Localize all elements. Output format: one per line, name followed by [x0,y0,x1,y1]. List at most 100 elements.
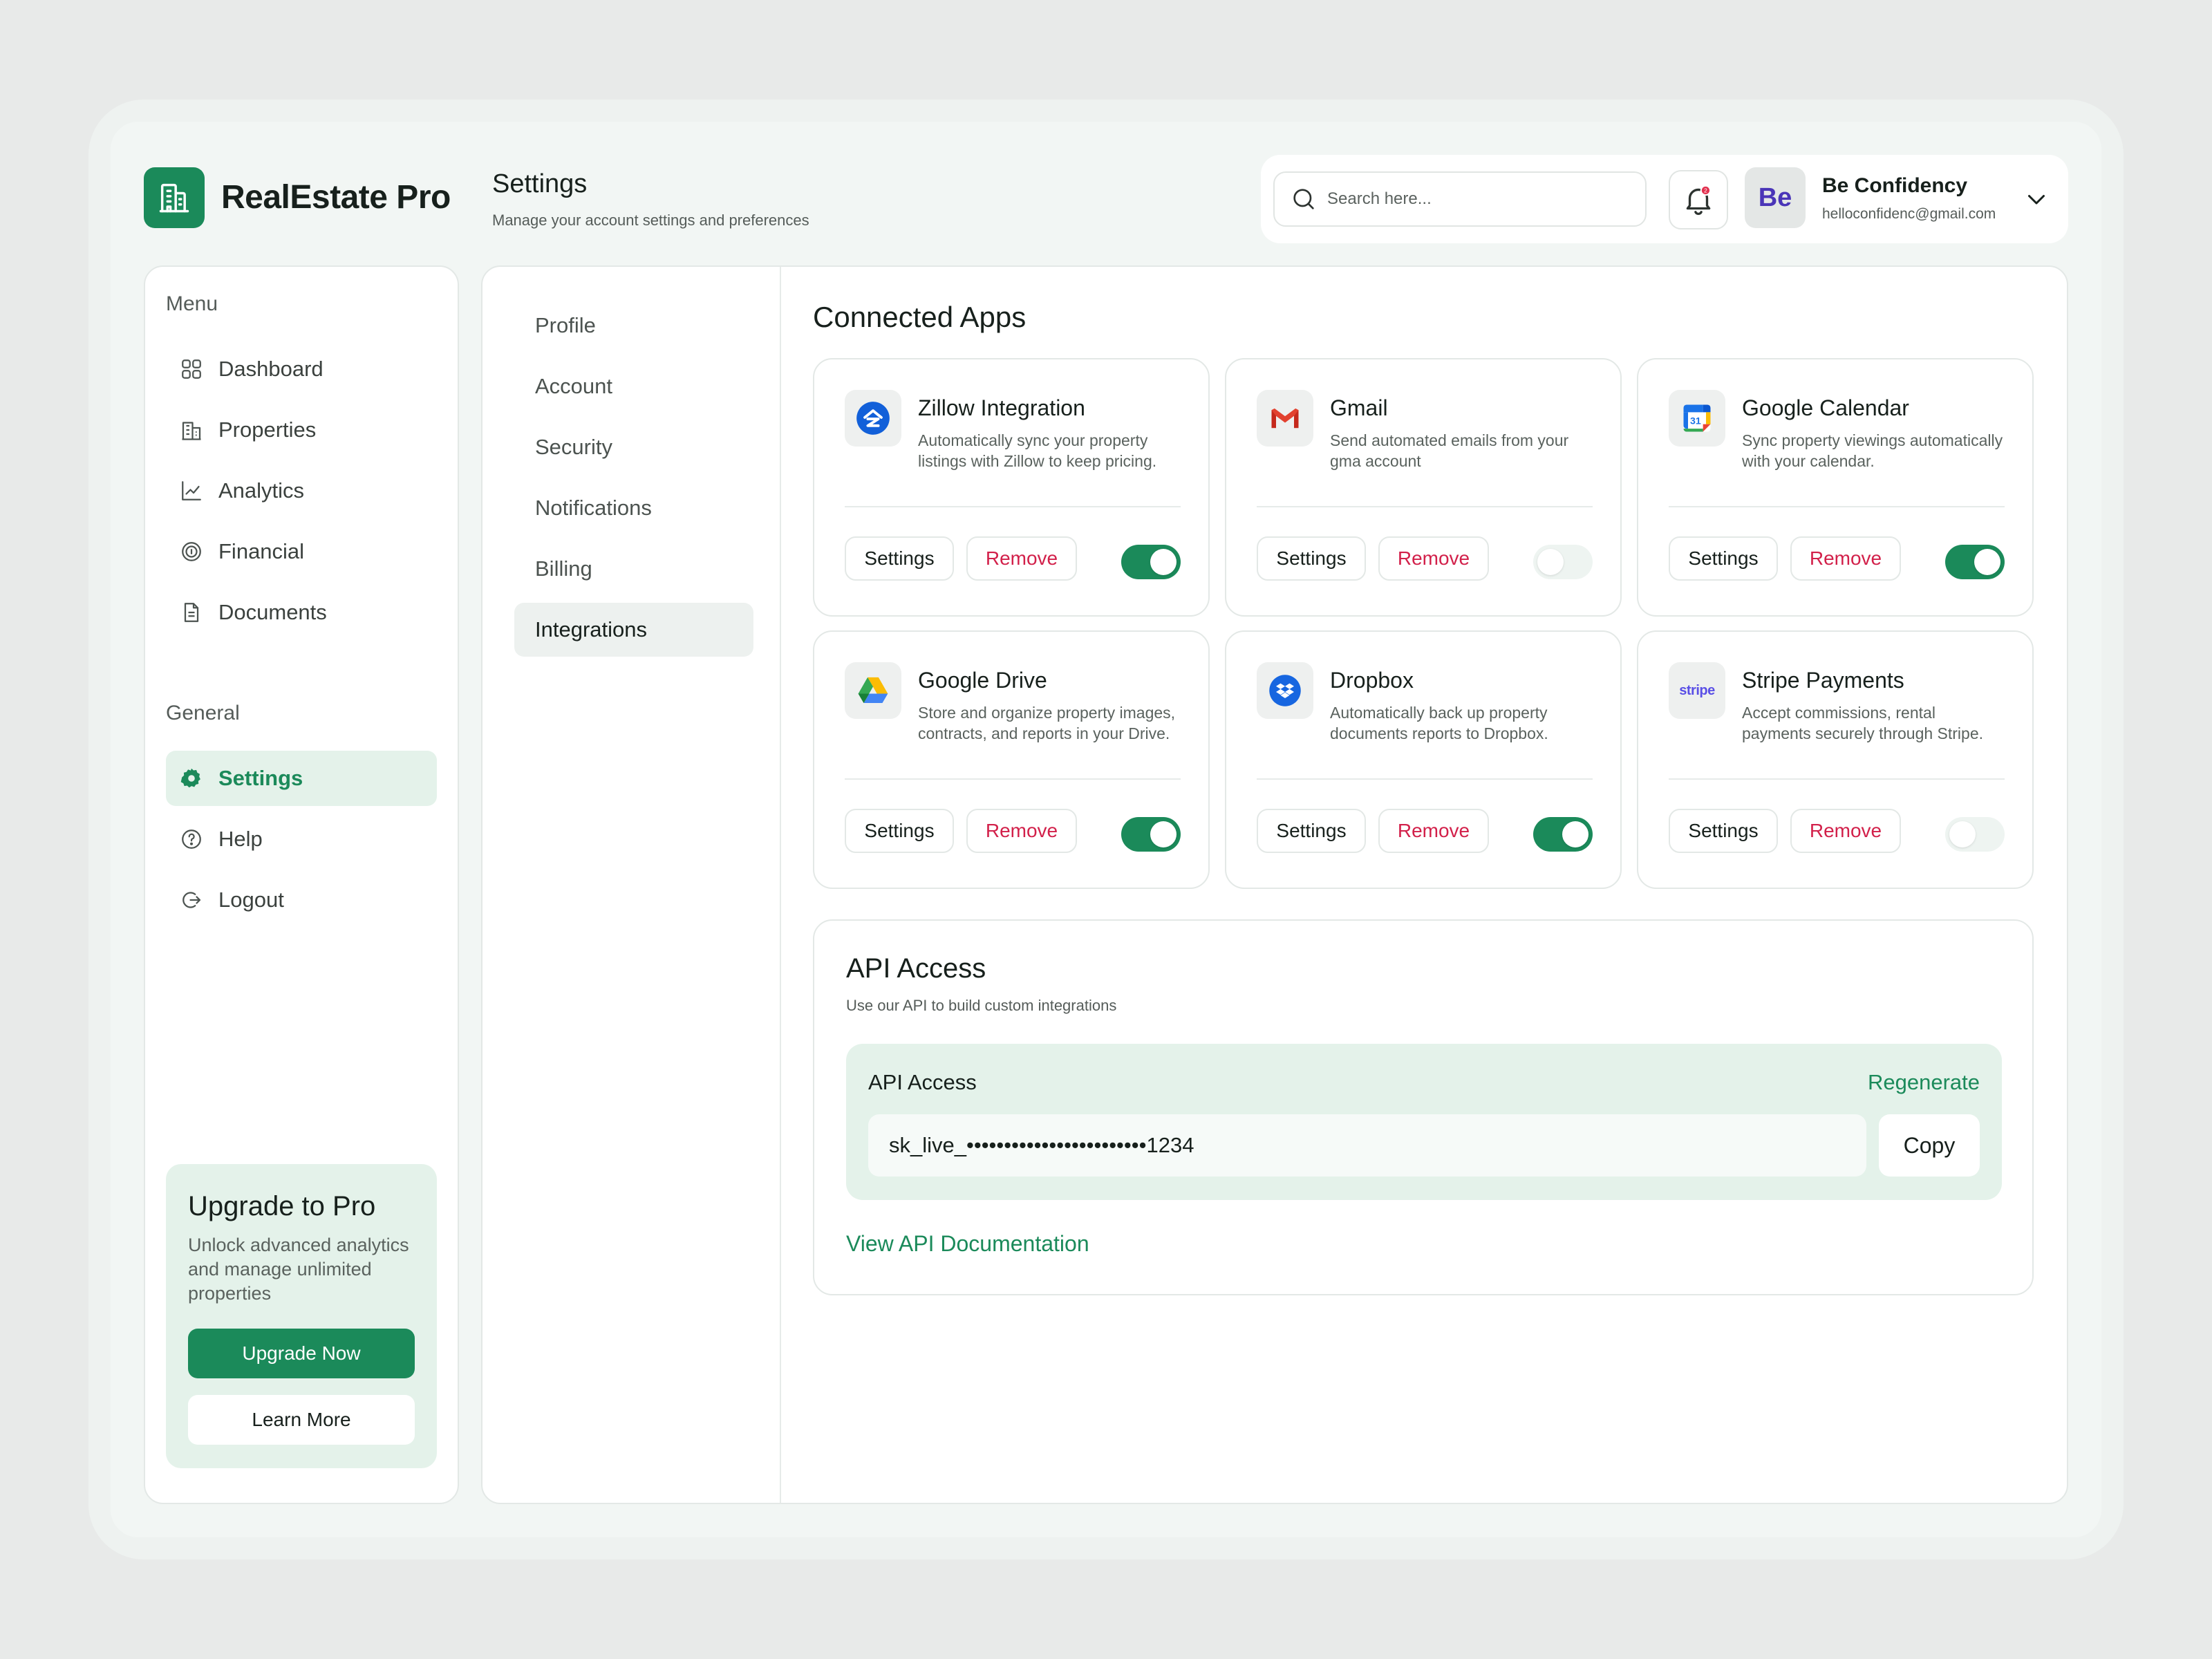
app-description: Sync property viewings automatically wit… [1742,431,2003,470]
app-card-stripe: stripe Stripe Payments Accept commission… [1637,630,2034,889]
app-remove-button[interactable]: Remove [1378,536,1489,581]
sidebar-item-logout[interactable]: Logout [166,872,437,928]
app-toggle[interactable] [1121,545,1181,579]
app-remove-button[interactable]: Remove [966,809,1077,853]
page-subtitle: Manage your account settings and prefere… [492,212,809,229]
app-toggle[interactable] [1945,545,2005,579]
toggle-knob [1562,821,1588,847]
tab-profile[interactable]: Profile [514,299,753,353]
dropbox-icon [1269,675,1301,706]
sidebar-item-analytics[interactable]: Analytics [166,463,437,518]
api-key-value: sk_live_••••••••••••••••••••••••1234 [889,1133,1194,1157]
search-icon [1293,189,1314,209]
app-icon-box [845,662,901,719]
general-heading: General [166,702,240,724]
sidebar: Menu Dashboard Properties Analytics Fina… [144,265,459,1504]
api-key-box: API Access Regenerate sk_live_••••••••••… [846,1044,2002,1200]
coin-icon [178,538,205,565]
app-settings-button[interactable]: Settings [1257,536,1366,581]
app-description: Store and organize property images, cont… [918,704,1176,742]
app-card-zillow: Zillow Integration Automatically sync yo… [813,358,1210,617]
sidebar-item-label: Documents [218,600,327,624]
app-icon-box [1257,390,1313,447]
google-calendar-icon: 31 [1683,404,1711,432]
notifications-button[interactable]: 2 [1669,170,1728,229]
app-remove-button[interactable]: Remove [1378,809,1489,853]
sidebar-item-settings[interactable]: Settings [166,751,437,806]
grid-icon [178,356,205,382]
logout-icon [178,887,205,913]
app-icon-box [845,390,901,447]
building-icon [159,183,189,213]
notification-count: 2 [1704,187,1707,194]
api-key-label: API Access [868,1070,977,1094]
view-api-docs-link[interactable]: View API Documentation [846,1229,1089,1258]
app-name: Zillow Integration [918,395,1085,420]
tab-security[interactable]: Security [514,420,753,474]
app-settings-button[interactable]: Settings [1669,536,1778,581]
app-settings-button[interactable]: Settings [1669,809,1778,853]
sidebar-item-label: Financial [218,539,305,563]
app-icon-box: 31 [1669,390,1725,447]
toggle-knob [1537,549,1564,575]
upgrade-title: Upgrade to Pro [188,1191,376,1221]
building-icon [178,417,205,443]
document-icon [178,599,205,626]
menu-heading: Menu [166,292,218,315]
upgrade-now-button[interactable]: Upgrade Now [188,1329,415,1378]
app-name: Dropbox [1330,668,1414,693]
tab-billing[interactable]: Billing [514,542,753,596]
chart-line-icon [178,478,205,504]
app-settings-button[interactable]: Settings [1257,809,1366,853]
sidebar-item-properties[interactable]: Properties [166,402,437,458]
api-key-field[interactable]: sk_live_••••••••••••••••••••••••1234 [868,1114,1866,1177]
app-remove-button[interactable]: Remove [1790,536,1901,581]
app-remove-button[interactable]: Remove [1790,809,1901,853]
stripe-icon: stripe [1679,682,1715,698]
app-icon-box: stripe [1669,662,1725,719]
sidebar-item-financial[interactable]: Financial [166,524,437,579]
subnav-divider [780,267,781,1503]
search-box[interactable] [1273,171,1647,227]
calendar-day: 31 [1690,415,1701,427]
chevron-down-icon[interactable] [2024,187,2049,212]
toggle-knob [1150,821,1177,847]
app-description: Send automated emails from your gma acco… [1330,431,1569,470]
google-drive-icon [858,677,888,703]
app-window: RealEstate Pro Settings Manage your acco… [111,122,2101,1537]
bell-icon: 2 [1686,185,1712,216]
app-card-gmail: Gmail Send automated emails from your gm… [1225,358,1622,617]
user-email: helloconfidenc@gmail.com [1822,206,1996,222]
regenerate-button[interactable]: Regenerate [1868,1069,1980,1096]
app-toggle[interactable] [1533,545,1593,579]
app-toggle[interactable] [1121,817,1181,852]
sidebar-item-help[interactable]: Help [166,812,437,867]
avatar[interactable]: Be [1745,167,1806,228]
sidebar-item-label: Help [218,827,263,851]
app-settings-button[interactable]: Settings [845,536,954,581]
app-name: Google Calendar [1742,395,1909,420]
brand-logo [144,167,205,228]
tab-integrations[interactable]: Integrations [514,603,753,657]
app-remove-button[interactable]: Remove [966,536,1077,581]
page-title: Settings [492,169,588,198]
app-name: Gmail [1330,395,1388,420]
toggle-knob [1949,821,1976,847]
sidebar-item-documents[interactable]: Documents [166,585,437,640]
app-settings-button[interactable]: Settings [845,809,954,853]
main-panel: Profile Account Security Notifications B… [481,265,2068,1504]
copy-button[interactable]: Copy [1879,1114,1980,1177]
upgrade-text: Unlock advanced analytics and manage unl… [188,1235,409,1304]
gmail-icon [1271,408,1299,429]
toggle-knob [1150,549,1177,575]
tab-notifications[interactable]: Notifications [514,481,753,535]
sidebar-item-dashboard[interactable]: Dashboard [166,341,437,397]
app-toggle[interactable] [1533,817,1593,852]
app-description: Automatically back up property documents… [1330,704,1548,742]
sidebar-item-label: Analytics [218,478,305,503]
app-toggle[interactable] [1945,817,2005,852]
app-card-dropbox: Dropbox Automatically back up property d… [1225,630,1622,889]
tab-account[interactable]: Account [514,359,753,413]
learn-more-button[interactable]: Learn More [188,1395,415,1445]
search-input[interactable] [1327,173,1631,225]
